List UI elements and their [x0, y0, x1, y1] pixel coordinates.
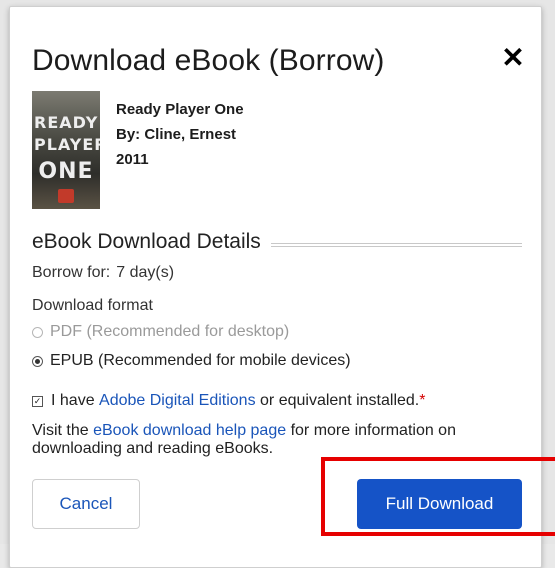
book-info: Ready Player One By: Cline, Ernest 2011 [116, 97, 244, 172]
borrow-label: Borrow for: [32, 264, 111, 281]
format-option-pdf[interactable]: PDF (Recommended for desktop) [32, 323, 289, 341]
agreement-row: I have Adobe Digital Editions or equival… [32, 392, 425, 410]
download-dialog: Download eBook (Borrow) ✕ READY PLAYER O… [9, 6, 542, 568]
book-year: 2011 [116, 151, 149, 168]
download-help-link[interactable]: eBook download help page [93, 422, 286, 439]
book-cover: READY PLAYER ONE [32, 91, 100, 209]
cover-word-1: READY [34, 113, 99, 132]
help-text: Visit the eBook download help page for m… [32, 422, 502, 458]
agreement-prefix: I have [51, 392, 100, 409]
format-option-epub[interactable]: EPUB (Recommended for mobile devices) [32, 352, 351, 370]
radio-pdf[interactable] [32, 326, 43, 338]
borrow-period: Borrow for: 7 day(s) [32, 264, 174, 282]
book-title: Ready Player One [116, 101, 244, 118]
close-icon[interactable]: ✕ [495, 40, 531, 76]
full-download-button[interactable]: Full Download [357, 479, 522, 529]
adobe-digital-editions-link[interactable]: Adobe Digital Editions [99, 392, 256, 410]
dialog-title: Download eBook (Borrow) [32, 44, 385, 77]
borrow-value: 7 day(s) [116, 264, 175, 281]
format-option-epub-label: EPUB (Recommended for mobile devices) [50, 352, 351, 369]
format-option-pdf-label: PDF (Recommended for desktop) [50, 323, 290, 340]
book-author: By: Cline, Ernest [116, 126, 237, 143]
format-label: Download format [32, 297, 153, 314]
cover-word-2: PLAYER [34, 135, 100, 154]
details-section-header: eBook Download Details [32, 230, 522, 260]
cancel-button[interactable]: Cancel [32, 479, 140, 529]
cover-word-3: ONE [38, 159, 94, 184]
agreement-checkbox[interactable] [32, 395, 43, 407]
help-prefix: Visit the [32, 422, 94, 439]
details-heading: eBook Download Details [32, 230, 271, 253]
agreement-suffix: or equivalent installed. [255, 392, 420, 409]
cover-badge-icon [58, 189, 74, 203]
radio-epub[interactable] [32, 355, 43, 367]
required-marker: * [419, 392, 426, 409]
